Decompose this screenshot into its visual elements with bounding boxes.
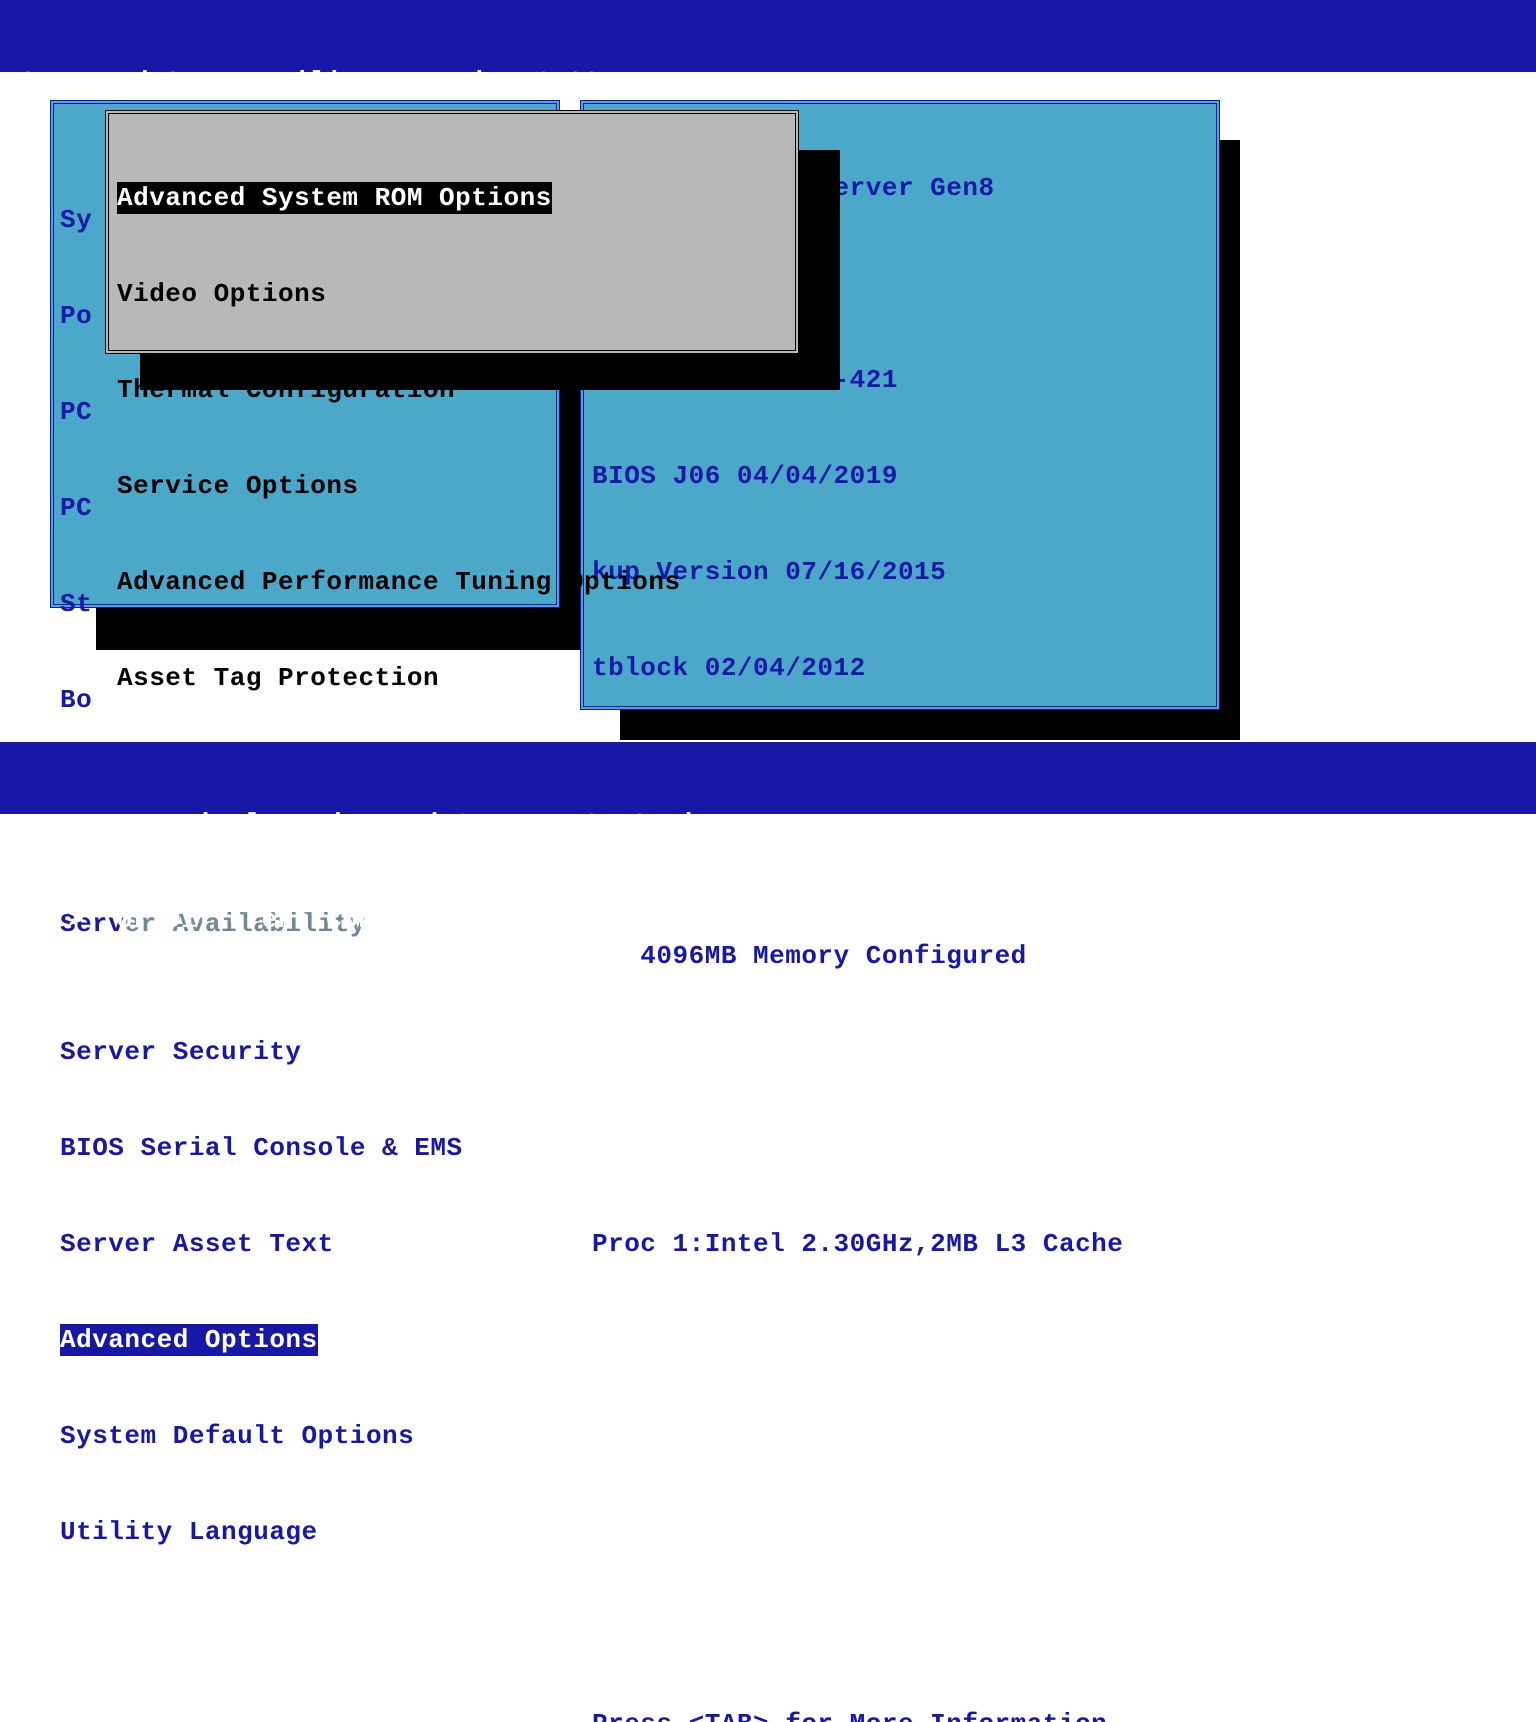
info-blank-8 — [592, 1612, 1208, 1644]
info-blank-4 — [592, 1132, 1208, 1164]
popup-item-asset-tag-protection[interactable]: Asset Tag Protection — [117, 662, 439, 694]
info-proc: Proc 1:Intel 2.30GHz,2MB L3 Cache — [592, 1228, 1208, 1260]
info-blank-5 — [592, 1324, 1208, 1356]
info-tab-hint: Press <TAB> for More Information — [592, 1708, 1208, 1722]
menu-item-system-default-options[interactable]: System Default Options — [60, 1420, 550, 1452]
menu-item-bios-serial-console[interactable]: BIOS Serial Console & EMS — [60, 1132, 550, 1164]
footer-line-1: <Enter> to Display Advanced System ROM O… — [4, 808, 1532, 840]
info-blank-3 — [592, 1036, 1208, 1068]
footer-line-2: <↑/↓> for Different Configuration Option… — [4, 904, 1532, 936]
footer-help-bar: <Enter> to Display Advanced System ROM O… — [0, 742, 1536, 814]
info-blank-7 — [592, 1516, 1208, 1548]
menu-item-server-asset-text[interactable]: Server Asset Text — [60, 1228, 550, 1260]
header-banner: ROM-Based Setup Utility, Version 3.00 Co… — [0, 0, 1536, 72]
menu-item-advanced-options[interactable]: Advanced Options — [60, 1324, 318, 1356]
popup-item-service-options[interactable]: Service Options — [117, 470, 359, 502]
menu-item-utility-language[interactable]: Utility Language — [60, 1516, 550, 1548]
popup-item-video-options[interactable]: Video Options — [117, 278, 326, 310]
header-line-1: ROM-Based Setup Utility, Version 3.00 — [4, 66, 1532, 98]
popup-item-thermal-configuration[interactable]: Thermal Configuration — [117, 374, 455, 406]
menu-item-server-security[interactable]: Server Security — [60, 1036, 550, 1068]
popup-item-advanced-system-rom[interactable]: Advanced System ROM Options — [117, 182, 552, 214]
advanced-options-popup: Advanced System ROM Options Video Option… — [105, 110, 799, 354]
popup-item-advanced-perf-tuning[interactable]: Advanced Performance Tuning Options — [117, 566, 681, 598]
info-blank-6 — [592, 1420, 1208, 1452]
info-memory: 4096MB Memory Configured — [592, 940, 1208, 972]
